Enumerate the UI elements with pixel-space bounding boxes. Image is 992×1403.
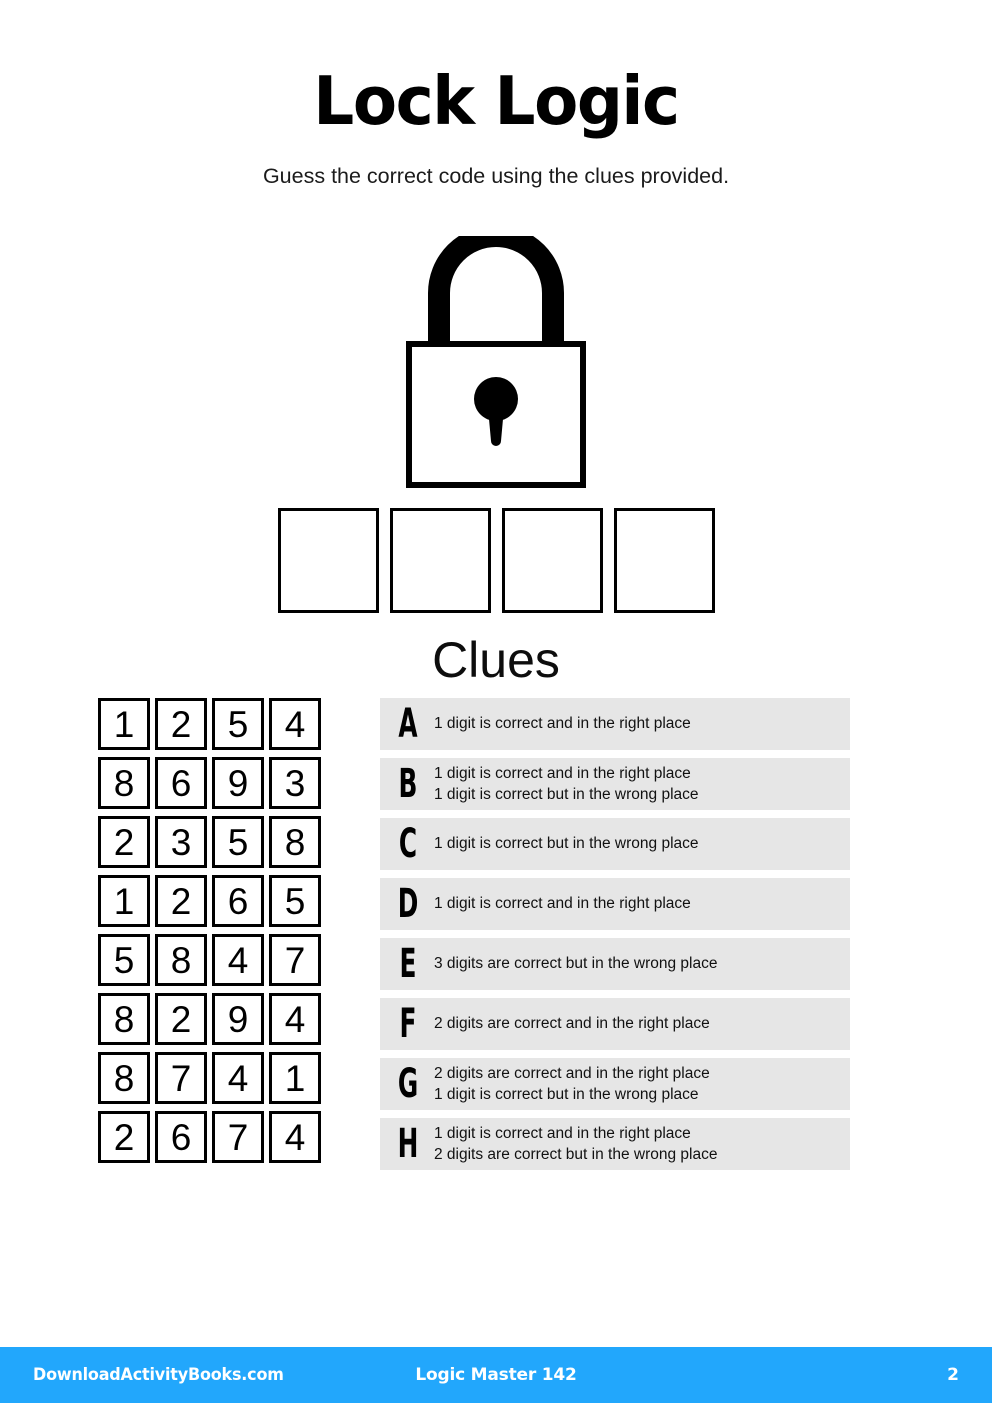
padlock-illustration	[0, 236, 992, 488]
guess-row: 2674	[98, 1111, 321, 1163]
guess-row: 1254	[98, 698, 321, 750]
guess-digit-cell: 7	[155, 1052, 207, 1104]
guess-digit-cell: 8	[269, 816, 321, 868]
clue-text-block: 1 digit is correct and in the right plac…	[428, 893, 850, 915]
clue-row: D 1 digit is correct and in the right pla…	[380, 878, 850, 930]
guess-digit-cell: 8	[98, 993, 150, 1045]
answer-box-3[interactable]	[501, 508, 603, 613]
clue-row: F 2 digits are correct and in the right p…	[380, 998, 850, 1050]
answer-box-1[interactable]	[277, 508, 379, 613]
guess-digit-cell: 8	[155, 934, 207, 986]
guess-row: 8693	[98, 757, 321, 809]
guess-digit-cell: 2	[98, 1111, 150, 1163]
clue-text-block: 2 digits are correct and in the right pl…	[428, 1063, 850, 1106]
clue-line: 1 digit is correct and in the right plac…	[434, 895, 691, 913]
guess-row: 8294	[98, 993, 321, 1045]
page-subtitle: Guess the correct code using the clues p…	[262, 164, 730, 188]
clue-line: 3 digits are correct but in the wrong pl…	[434, 955, 718, 973]
footer-site-label[interactable]: DownloadActivityBooks.com	[33, 1365, 284, 1385]
clue-letter: C	[398, 821, 418, 867]
answer-code-boxes	[0, 508, 992, 613]
guess-digit-cell: 3	[269, 757, 321, 809]
clue-row: C 1 digit is correct but in the wrong pla…	[380, 818, 850, 870]
clue-row: B 1 digit is correct and in the right pla…	[380, 758, 850, 810]
guess-row: 5847	[98, 934, 321, 986]
answer-box-4[interactable]	[613, 508, 715, 613]
clue-row: E 3 digits are correct but in the wrong p…	[380, 938, 850, 990]
guess-digit-cell: 6	[155, 757, 207, 809]
clue-letter: E	[399, 941, 417, 987]
guess-digit-cell: 1	[98, 875, 150, 927]
clue-line: 1 digit is correct but in the wrong plac…	[434, 835, 699, 853]
guess-digit-cell: 4	[269, 698, 321, 750]
clue-line: 2 digits are correct and in the right pl…	[434, 1064, 710, 1082]
clue-row: A 1 digit is correct and in the right pla…	[380, 698, 850, 750]
clue-text-block: 1 digit is correct but in the wrong plac…	[428, 833, 850, 855]
guess-digit-cell: 8	[98, 1052, 150, 1104]
clue-letter: A	[398, 701, 418, 747]
answer-box-2[interactable]	[389, 508, 491, 613]
padlock-icon	[406, 236, 586, 488]
guess-digit-cell: 2	[98, 816, 150, 868]
clue-text-block: 1 digit is correct and in the right plac…	[428, 713, 850, 735]
guess-digit-cell: 4	[269, 1111, 321, 1163]
guess-digit-cell: 6	[155, 1111, 207, 1163]
clue-text-block: 3 digits are correct but in the wrong pl…	[428, 953, 850, 975]
footer-bar: DownloadActivityBooks.com Logic Master 1…	[0, 1347, 992, 1403]
clue-text-block: 2 digits are correct and in the right pl…	[428, 1013, 850, 1035]
guess-digit-cell: 2	[155, 993, 207, 1045]
clue-letter: B	[398, 761, 418, 807]
guess-digit-cell: 4	[212, 934, 264, 986]
clue-line: 1 digit is correct and in the right plac…	[434, 764, 691, 782]
guess-digit-cell: 4	[269, 993, 321, 1045]
guess-row: 1265	[98, 875, 321, 927]
clue-letter: G	[397, 1061, 419, 1107]
guess-digit-cell: 3	[155, 816, 207, 868]
clue-line: 2 digits are correct but in the wrong pl…	[434, 1146, 718, 1163]
footer-page-number: 2	[947, 1365, 959, 1385]
clue-line: 1 digit is correct and in the right plac…	[434, 1124, 691, 1142]
clue-line: 1 digit is correct but in the wrong plac…	[434, 1086, 699, 1103]
clue-row: G 2 digits are correct and in the right p…	[380, 1058, 850, 1110]
clue-line: 2 digits are correct and in the right pl…	[434, 1015, 710, 1033]
guess-digit-cell: 7	[212, 1111, 264, 1163]
guess-digit-cell: 5	[269, 875, 321, 927]
guess-row: 2358	[98, 816, 321, 868]
guess-digit-cell: 8	[98, 757, 150, 809]
guess-digit-cell: 1	[98, 698, 150, 750]
guess-digit-cell: 6	[212, 875, 264, 927]
clue-text-block: 1 digit is correct and in the right plac…	[428, 1123, 850, 1166]
clues-heading: Clues	[432, 632, 560, 688]
guess-row: 8741	[98, 1052, 321, 1104]
clue-letter: F	[399, 1001, 417, 1047]
clue-letter: H	[397, 1121, 419, 1167]
clue-letter: D	[397, 881, 419, 927]
guess-digit-cell: 9	[212, 993, 264, 1045]
guess-grid: 12548693235812655847829487412674	[98, 698, 321, 1163]
page-title: Lock Logic	[313, 62, 680, 140]
clue-row: H 1 digit is correct and in the right pla…	[380, 1118, 850, 1170]
guess-digit-cell: 2	[155, 875, 207, 927]
guess-digit-cell: 1	[269, 1052, 321, 1104]
guess-digit-cell: 5	[212, 816, 264, 868]
guess-digit-cell: 5	[98, 934, 150, 986]
guess-digit-cell: 2	[155, 698, 207, 750]
guess-digit-cell: 7	[269, 934, 321, 986]
clue-line: 1 digit is correct and in the right plac…	[434, 715, 691, 733]
guess-digit-cell: 5	[212, 698, 264, 750]
clue-list: A 1 digit is correct and in the right pla…	[380, 698, 850, 1170]
guess-digit-cell: 4	[212, 1052, 264, 1104]
clue-text-block: 1 digit is correct and in the right plac…	[428, 763, 850, 806]
clue-line: 1 digit is correct but in the wrong plac…	[434, 786, 699, 803]
puzzle-body: 12548693235812655847829487412674 A1 digi…	[0, 698, 992, 1182]
guess-digit-cell: 9	[212, 757, 264, 809]
